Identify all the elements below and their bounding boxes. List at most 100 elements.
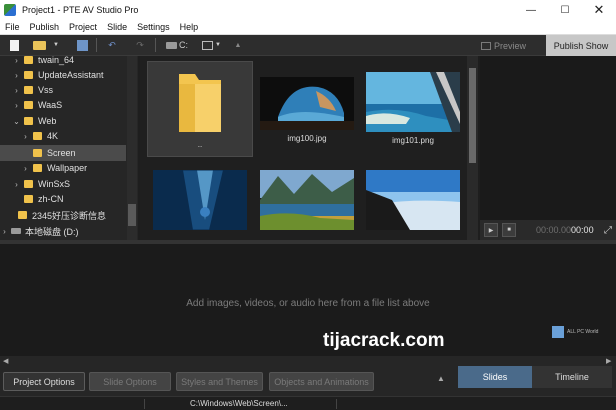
chevron-right-icon[interactable]: › (12, 71, 21, 80)
watermark-logo: ALL PC World (552, 326, 598, 338)
styles-and-themes-button[interactable]: Styles and Themes (176, 372, 263, 391)
tree-item-winsxs[interactable]: › WinSxS (0, 176, 126, 192)
folder-icon (179, 74, 221, 132)
chevron-right-icon[interactable]: › (12, 180, 21, 189)
open-folder-icon[interactable] (33, 40, 46, 50)
tree-item-zh-cn[interactable]: zh-CN (0, 191, 126, 207)
tree-scrollbar-thumb[interactable] (128, 204, 136, 226)
scroll-right-icon[interactable]: ▶ (606, 357, 611, 365)
slide-list[interactable]: Add images, videos, or audio here from a… (0, 244, 616, 356)
thumb-img101[interactable]: img101.png (365, 72, 461, 145)
folder-icon (24, 71, 33, 79)
tree-item-screen[interactable]: Screen (0, 145, 126, 161)
publish-show-button[interactable]: Publish Show (546, 35, 616, 56)
tree-item-4k[interactable]: › 4K (0, 128, 126, 144)
thumb-image-6[interactable] (365, 170, 461, 234)
status-path: C:\Windows\Web\Screen\... (190, 399, 288, 408)
thumbnails-scrollbar-thumb[interactable] (469, 68, 476, 163)
tree-item-label: WaaS (38, 100, 63, 110)
status-divider (144, 399, 145, 409)
objects-and-animations-button[interactable]: Objects and Animations (269, 372, 374, 391)
drive-icon (11, 228, 21, 234)
thumb-label: .. (197, 140, 203, 149)
maximize-button[interactable]: ☐ (548, 0, 582, 20)
chevron-right-icon[interactable]: › (0, 227, 9, 236)
tree-item-label: zh-CN (38, 194, 64, 204)
save-icon[interactable] (77, 39, 88, 51)
menu-help[interactable]: Help (175, 22, 204, 32)
thumb-image-4[interactable] (152, 170, 248, 234)
image-thumbnail-underwater (153, 170, 247, 230)
preview-label: Preview (494, 40, 527, 51)
tree-item-drive-d[interactable]: › 本地磁盘 (D:) (0, 223, 126, 239)
watermark-logo-icon (552, 326, 564, 338)
tree-item-label: Vss (38, 85, 54, 95)
tree-item-waas[interactable]: › WaaS (0, 97, 126, 113)
folder-icon (24, 195, 33, 203)
menu-bar: File Publish Project Slide Settings Help (0, 20, 616, 35)
timecode-duration: 00:00 (571, 225, 594, 235)
menu-file[interactable]: File (0, 22, 25, 32)
folder-tree[interactable]: › twain_64 › UpdateAssistant › Vss › Waa… (0, 56, 138, 240)
tree-item-web[interactable]: ⌄ Web (0, 113, 126, 129)
close-button[interactable]: ✕ (582, 0, 616, 20)
chevron-right-icon[interactable]: › (21, 164, 30, 173)
tree-item-wallpaper[interactable]: › Wallpaper (0, 160, 126, 176)
tree-item-updateassistant[interactable]: › UpdateAssistant (0, 67, 126, 83)
chevron-right-icon[interactable]: › (12, 86, 21, 95)
tree-item-label: Wallpaper (47, 163, 88, 173)
timecode: 00:00.0000:00 (536, 225, 594, 235)
title-bar: Project1 - PTE AV Studio Pro — ☐ ✕ (0, 0, 616, 20)
tree-scrollbar[interactable] (127, 56, 137, 240)
app-icon (4, 4, 16, 16)
chevron-right-icon[interactable]: › (12, 101, 21, 110)
expand-up-icon[interactable]: ▲ (437, 374, 445, 383)
folder-icon (24, 180, 33, 188)
tree-item-2345[interactable]: 2345好压诊断信息 (0, 207, 126, 223)
new-document-icon[interactable] (10, 39, 19, 51)
undo-icon[interactable]: ↶ (105, 38, 119, 53)
preview-button[interactable]: Preview (481, 38, 526, 53)
folder-icon (24, 101, 33, 109)
tab-timeline[interactable]: Timeline (532, 366, 612, 388)
slide-list-scrollbar[interactable]: ◀ ▶ (0, 356, 616, 366)
thumbnails-scrollbar[interactable] (467, 56, 478, 240)
drive-selector[interactable]: C: (166, 40, 188, 50)
toolbar: ▼ ↶ ↷ C: ▼ ▲ Preview Publish Show (0, 35, 616, 56)
chevron-down-icon[interactable]: ⌄ (12, 117, 21, 126)
preview-icon (481, 41, 491, 50)
chevron-right-icon[interactable]: › (12, 56, 21, 65)
scroll-left-icon[interactable]: ◀ (3, 357, 8, 365)
toolbar-divider (155, 38, 156, 52)
folder-icon (33, 149, 42, 157)
menu-slide[interactable]: Slide (102, 22, 132, 32)
fullscreen-icon[interactable]: ⤢ (604, 225, 612, 236)
view-mode-icon[interactable]: ▼ (202, 38, 221, 53)
redo-icon[interactable]: ↷ (133, 38, 147, 53)
minimize-button[interactable]: — (514, 0, 548, 20)
folder-open-icon (24, 117, 33, 125)
thumb-image-5[interactable] (259, 170, 355, 234)
folder-up-icon[interactable]: ▲ (231, 38, 245, 53)
image-thumbnail-lake (260, 170, 354, 230)
tree-item-vss[interactable]: › Vss (0, 82, 126, 98)
thumb-img100[interactable]: img100.jpg (259, 77, 355, 143)
tree-item-label: 本地磁盘 (D:) (25, 226, 79, 237)
menu-settings[interactable]: Settings (132, 22, 175, 32)
play-button[interactable]: ▶ (484, 223, 498, 237)
status-divider (336, 399, 337, 409)
preview-pane (480, 56, 616, 220)
slide-options-button[interactable]: Slide Options (89, 372, 171, 391)
project-options-button[interactable]: Project Options (3, 372, 85, 391)
image-thumbnail-cliff (366, 170, 460, 230)
open-dropdown-chevron-icon[interactable]: ▼ (49, 38, 63, 53)
stop-button[interactable]: ■ (502, 223, 516, 237)
menu-publish[interactable]: Publish (25, 22, 65, 32)
thumb-folder-up[interactable]: .. (147, 61, 253, 157)
menu-project[interactable]: Project (64, 22, 102, 32)
toolbar-divider (96, 38, 97, 52)
tab-slides[interactable]: Slides (458, 366, 532, 388)
chevron-right-icon[interactable]: › (21, 132, 30, 141)
tree-item-label: Screen (47, 148, 76, 158)
bottom-bar: Project Options Slide Options Styles and… (0, 366, 616, 396)
